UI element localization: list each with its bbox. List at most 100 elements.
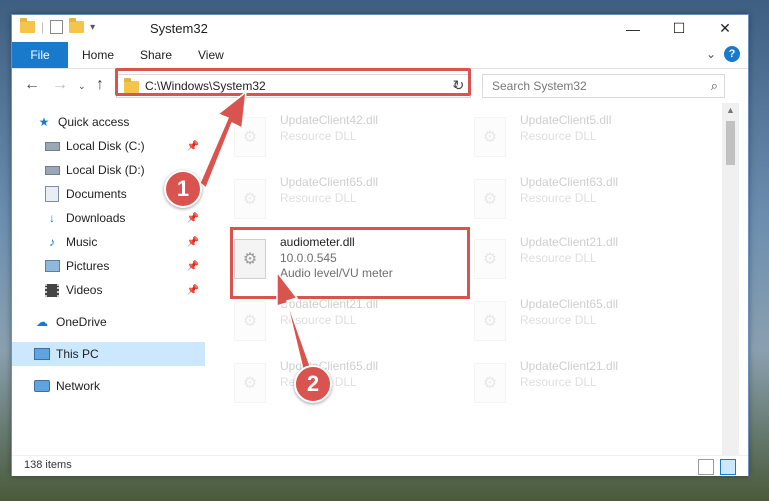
- file-type: Resource DLL: [520, 313, 597, 327]
- file-item[interactable]: ⚙ UpdateClient65.dll Resource DLL: [218, 173, 448, 223]
- computer-icon: [34, 346, 50, 362]
- ribbon-right-controls: ⌄ ?: [706, 46, 740, 62]
- file-type: Resource DLL: [280, 313, 357, 327]
- file-highlight: [230, 227, 470, 299]
- toolbar-separator: |: [41, 20, 45, 34]
- maximize-button[interactable]: ☐: [656, 15, 702, 42]
- quick-access-toolbar: | ▾: [20, 18, 95, 34]
- tab-view[interactable]: View: [198, 48, 224, 62]
- videos-icon: [44, 282, 60, 298]
- dll-file-icon: ⚙: [234, 301, 266, 341]
- dll-file-icon: ⚙: [474, 363, 506, 403]
- file-name: UpdateClient65.dll: [280, 359, 379, 373]
- view-toggle: [698, 459, 736, 475]
- pin-icon[interactable]: 📌: [187, 285, 199, 296]
- customize-toolbar-icon[interactable]: ▾: [90, 22, 95, 33]
- sidebar-item-label: This PC: [56, 347, 99, 361]
- file-item[interactable]: ⚙ UpdateClient65.dll Resource DLL: [458, 295, 688, 345]
- folder-icon: [20, 18, 35, 33]
- sidebar-item-label: Pictures: [66, 259, 110, 273]
- file-type: Resource DLL: [520, 191, 597, 205]
- file-item[interactable]: ⚙ UpdateClient63.dll Resource DLL: [458, 173, 688, 223]
- item-count: 138 items: [24, 459, 72, 471]
- file-name: UpdateClient21.dll: [520, 359, 619, 373]
- file-item[interactable]: ⚙ UpdateClient5.dll Resource DLL: [458, 111, 688, 161]
- cloud-icon: ☁: [36, 315, 48, 329]
- file-type: Resource DLL: [520, 129, 597, 143]
- drive-icon: [44, 138, 60, 154]
- dll-file-icon: ⚙: [474, 239, 506, 279]
- expand-ribbon-icon[interactable]: ⌄: [706, 47, 716, 61]
- file-item[interactable]: ⚙ UpdateClient65.dll Resource DLL: [218, 357, 448, 407]
- file-name: UpdateClient65.dll: [280, 175, 379, 189]
- file-name: UpdateClient63.dll: [520, 175, 619, 189]
- file-type: Resource DLL: [280, 191, 357, 205]
- sidebar-item-videos[interactable]: Videos 📌: [12, 278, 205, 302]
- file-item[interactable]: ⚙ UpdateClient21.dll Resource DLL: [458, 233, 688, 283]
- dll-file-icon: ⚙: [474, 117, 506, 157]
- sidebar-item-label: Local Disk (D:): [66, 163, 145, 177]
- search-input[interactable]: Search System32 ⌕: [482, 74, 725, 98]
- file-name: UpdateClient65.dll: [520, 297, 619, 311]
- file-item[interactable]: ⚙ UpdateClient42.dll Resource DLL: [218, 111, 448, 161]
- minimize-button[interactable]: —: [610, 15, 656, 42]
- sidebar-item-this-pc[interactable]: This PC: [12, 342, 205, 366]
- download-icon: ↓: [49, 211, 55, 225]
- file-type: Resource DLL: [520, 375, 597, 389]
- drive-icon: [44, 162, 60, 178]
- dll-file-icon: ⚙: [474, 301, 506, 341]
- file-item[interactable]: ⚙ UpdateClient21.dll Resource DLL: [458, 357, 688, 407]
- pin-icon[interactable]: 📌: [187, 261, 199, 272]
- sidebar-item-onedrive[interactable]: ☁ OneDrive: [12, 310, 205, 334]
- pin-icon[interactable]: 📌: [187, 237, 199, 248]
- step-1-badge: 1: [164, 170, 202, 208]
- documents-icon: [44, 186, 60, 202]
- dll-file-icon: ⚙: [474, 179, 506, 219]
- scroll-up-icon[interactable]: ▲: [726, 105, 735, 115]
- window-controls: — ☐ ✕: [610, 15, 748, 42]
- sidebar-item-label: Network: [56, 379, 101, 393]
- details-view-icon[interactable]: [698, 459, 714, 475]
- dll-file-icon: ⚙: [234, 179, 266, 219]
- sidebar-item-network[interactable]: Network: [12, 374, 205, 398]
- search-placeholder[interactable]: Search System32: [492, 79, 587, 93]
- file-item[interactable]: ⚙ UpdateClient21.dll Resource DLL: [218, 295, 448, 345]
- large-icons-view-icon[interactable]: [720, 459, 736, 475]
- back-arrow-icon[interactable]: ←: [24, 76, 40, 94]
- pictures-icon: [44, 258, 60, 274]
- sidebar-item-label: Music: [66, 235, 98, 249]
- search-icon[interactable]: ⌕: [711, 78, 718, 94]
- vertical-scrollbar[interactable]: ▲: [722, 103, 739, 455]
- help-icon[interactable]: ?: [724, 46, 740, 62]
- sidebar-item-music[interactable]: ♪ Music 📌: [12, 230, 205, 254]
- title-bar: | ▾ System32 — ☐ ✕: [12, 15, 748, 42]
- close-button[interactable]: ✕: [702, 15, 748, 42]
- tab-home[interactable]: Home: [82, 48, 114, 62]
- file-name: UpdateClient42.dll: [280, 113, 379, 127]
- sidebar-item-label: Downloads: [66, 211, 126, 225]
- file-name: UpdateClient21.dll: [520, 235, 619, 249]
- forward-arrow-icon[interactable]: →: [52, 76, 68, 94]
- pin-icon[interactable]: 📌: [187, 213, 199, 224]
- file-type: Resource DLL: [520, 251, 597, 265]
- file-type: Resource DLL: [280, 129, 357, 143]
- sidebar-item-downloads[interactable]: ↓ Downloads 📌: [12, 206, 205, 230]
- tab-file[interactable]: File: [12, 42, 68, 68]
- step-2-badge: 2: [294, 365, 332, 403]
- tab-share[interactable]: Share: [140, 48, 172, 62]
- properties-icon[interactable]: [50, 20, 64, 34]
- address-bar-highlight: [115, 68, 471, 96]
- sidebar-item-local-disk-c[interactable]: Local Disk (C:) 📌: [12, 134, 205, 158]
- star-icon: ★: [38, 115, 50, 129]
- up-arrow-icon[interactable]: ↑: [96, 76, 104, 94]
- sidebar-item-quick-access[interactable]: ★ Quick access: [12, 110, 205, 134]
- scrollbar-thumb[interactable]: [726, 121, 735, 165]
- sidebar-item-pictures[interactable]: Pictures 📌: [12, 254, 205, 278]
- navigation-pane: ★ Quick access Local Disk (C:) 📌 Local D…: [12, 103, 205, 455]
- recent-locations-icon[interactable]: ⌄: [78, 81, 86, 92]
- pin-icon[interactable]: 📌: [187, 141, 199, 152]
- new-folder-icon[interactable]: [69, 18, 85, 33]
- file-name: UpdateClient21.dll: [280, 297, 379, 311]
- sidebar-item-label: OneDrive: [56, 315, 107, 329]
- dll-file-icon: ⚙: [234, 117, 266, 157]
